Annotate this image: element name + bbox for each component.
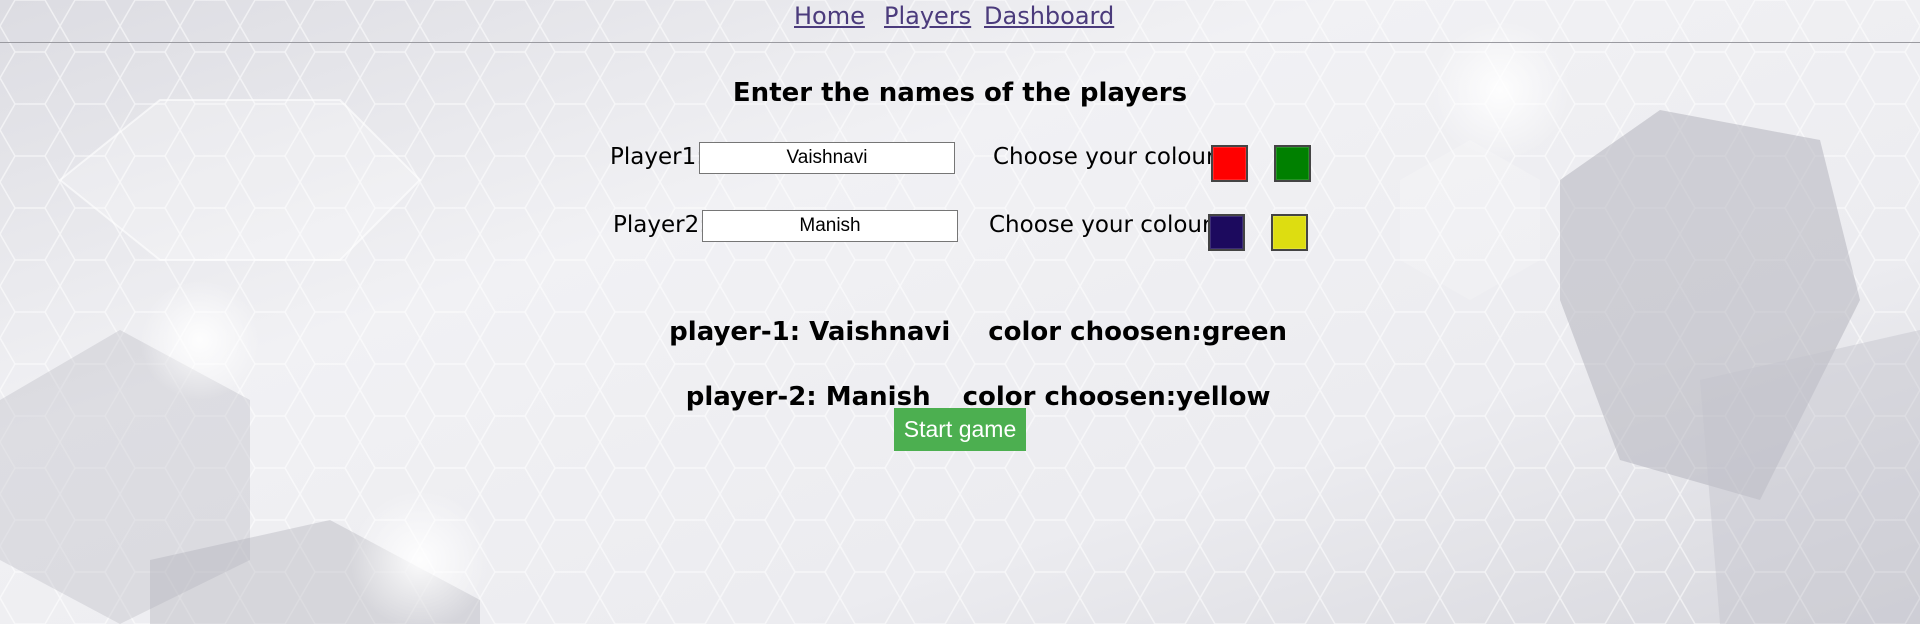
player2-colour-label: Choose your colour: xyxy=(989,212,1219,238)
player2-colour-yellow-swatch[interactable] xyxy=(1271,214,1308,251)
player2-colour-navy-swatch[interactable] xyxy=(1208,214,1245,251)
start-game-button[interactable]: Start game xyxy=(894,408,1026,451)
player1-summary-name: player-1: Vaishnavi xyxy=(669,317,951,347)
player1-label: Player1: xyxy=(610,144,704,170)
form-heading: Enter the names of the players xyxy=(732,78,1188,108)
player2-name-input[interactable] xyxy=(702,210,958,242)
main-content: Enter the names of the players Player1: … xyxy=(0,0,1920,624)
player1-name-input[interactable] xyxy=(699,142,955,174)
player1-colour-red-swatch[interactable] xyxy=(1211,145,1248,182)
player1-summary-color: color choosen:green xyxy=(988,317,1288,347)
player1-colour-green-swatch[interactable] xyxy=(1274,145,1311,182)
player1-colour-label: Choose your colour: xyxy=(993,144,1223,170)
player2-label: Player2: xyxy=(613,212,707,238)
